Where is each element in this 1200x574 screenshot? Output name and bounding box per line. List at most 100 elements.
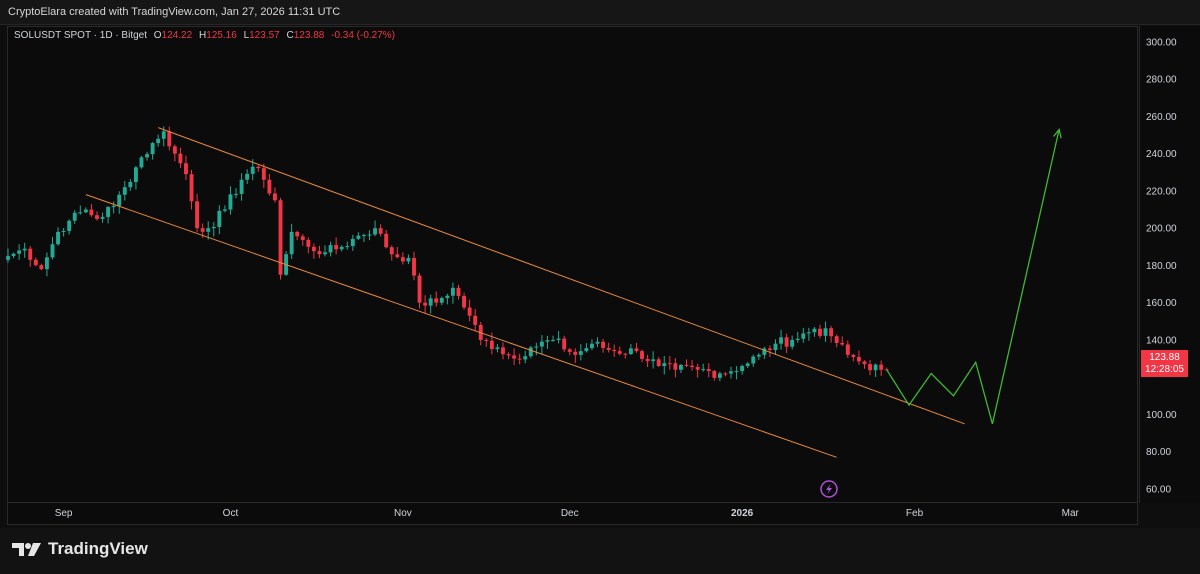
candle-body: [534, 346, 539, 348]
legend-symbol: SOLUSDT SPOT · 1D · Bitget: [14, 30, 148, 41]
y-tick-label: 140.00: [1146, 335, 1177, 346]
candle-body: [645, 358, 650, 362]
candle-body: [423, 302, 428, 306]
candle: [806, 327, 811, 341]
candle: [573, 348, 578, 364]
candle-body: [161, 131, 166, 139]
candle-body: [350, 238, 355, 247]
candle: [879, 360, 884, 376]
candle: [773, 339, 778, 355]
candle-body: [662, 363, 667, 367]
candle-body: [428, 298, 433, 306]
candle: [640, 349, 644, 363]
candle: [339, 245, 344, 252]
candle: [61, 228, 66, 237]
candle-body: [717, 373, 722, 378]
candle-body: [217, 210, 222, 227]
candle-body: [467, 307, 472, 316]
candle-body: [100, 216, 105, 219]
candle: [840, 336, 845, 346]
lightning-icon[interactable]: [820, 480, 838, 498]
candle: [245, 169, 250, 184]
candle-body: [473, 315, 478, 325]
candle: [723, 372, 728, 377]
candle: [361, 233, 366, 243]
y-tick-label: 60.00: [1146, 484, 1171, 495]
legend-open-value: 124.22: [161, 30, 193, 41]
candle: [345, 241, 350, 250]
y-tick-label: 160.00: [1146, 298, 1177, 309]
candle-body: [573, 351, 578, 355]
candle-body: [117, 194, 122, 206]
y-axis-ticks: 60.00 80.00 100.00 140.00 160.00 180.00 200.00…: [1146, 37, 1177, 495]
candle: [829, 325, 834, 343]
candle-body: [684, 364, 689, 366]
candle-body: [400, 257, 405, 262]
candle: [623, 352, 628, 359]
candle: [417, 272, 422, 309]
candle-body: [61, 231, 66, 233]
candle-body: [567, 349, 572, 352]
candle: [367, 230, 372, 241]
candle-body: [406, 257, 411, 262]
candle: [801, 327, 806, 343]
bar-countdown: 12:28:05: [1145, 364, 1184, 375]
channel-lower-line[interactable]: [85, 194, 837, 458]
candle-body: [345, 246, 350, 248]
candle: [334, 237, 339, 255]
projection-path[interactable]: [886, 129, 1060, 424]
candle: [845, 340, 850, 358]
candle-body: [784, 337, 789, 347]
candle-body: [595, 341, 600, 344]
candle: [617, 346, 622, 356]
channel-upper-line[interactable]: [158, 127, 965, 425]
candle-body: [56, 231, 61, 245]
legend-close-value: 123.88: [293, 30, 325, 41]
candle-body: [790, 339, 795, 347]
candle-body: [729, 371, 733, 374]
tradingview-logo-icon: [12, 543, 41, 556]
candle: [873, 363, 878, 377]
candle-body: [823, 328, 828, 336]
candle: [378, 224, 383, 237]
candle-body: [172, 146, 177, 154]
candle-body: [851, 354, 856, 357]
tradingview-logo[interactable]: TradingView: [12, 539, 148, 559]
tradingview-brand: TradingView: [48, 539, 148, 558]
candle: [50, 237, 55, 260]
candle-body: [528, 347, 533, 357]
candlestick-chart[interactable]: 60.00 80.00 100.00 140.00 160.00 180.00 200.00…: [0, 0, 1200, 528]
candle-body: [6, 256, 10, 260]
candle-body: [417, 275, 422, 303]
candle-body: [651, 359, 656, 362]
candle: [684, 359, 689, 368]
candle: [523, 350, 528, 364]
candle: [628, 344, 633, 356]
candle: [189, 169, 194, 210]
x-tick-label: Sep: [55, 508, 73, 519]
candle-body: [39, 265, 44, 270]
candle-body: [211, 226, 216, 229]
candle: [495, 343, 500, 353]
candle-body: [745, 363, 750, 367]
y-tick-label: 260.00: [1146, 112, 1177, 123]
candle: [150, 141, 155, 160]
candle-body: [395, 254, 400, 258]
candle: [784, 333, 789, 354]
candle: [662, 356, 667, 375]
candle: [100, 212, 105, 223]
candle-body: [856, 356, 861, 362]
candle-body: [712, 370, 717, 378]
candle: [439, 296, 444, 306]
candle: [267, 173, 272, 196]
candle: [450, 282, 455, 304]
candle-body: [628, 348, 633, 355]
candle: [512, 348, 517, 366]
candle-body: [506, 354, 511, 356]
candle: [222, 205, 227, 213]
candle-body: [22, 248, 27, 251]
candle: [667, 356, 672, 370]
candle-body: [868, 364, 872, 371]
candle: [139, 155, 144, 169]
candle-body: [706, 369, 711, 371]
